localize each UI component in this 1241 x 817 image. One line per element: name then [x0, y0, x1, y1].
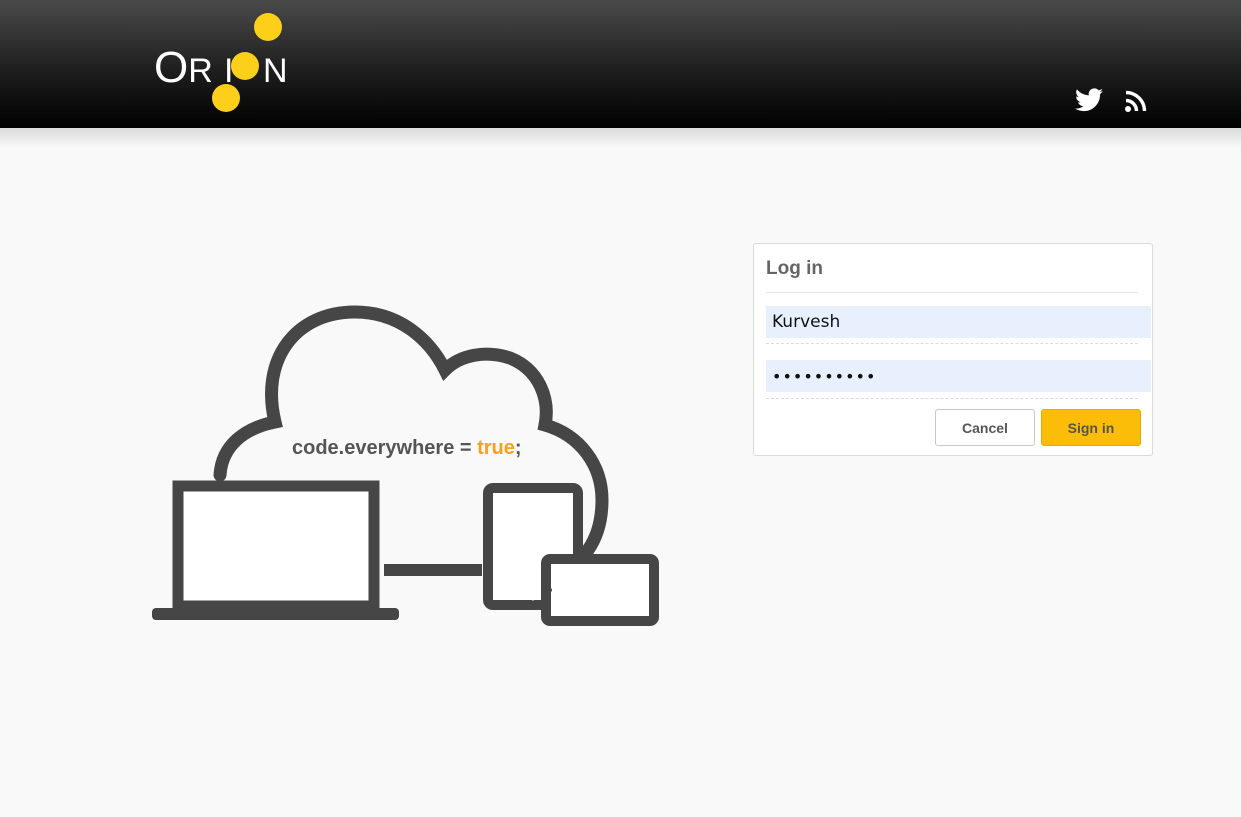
- tagline-prefix: code.everywhere =: [292, 437, 477, 459]
- rss-icon[interactable]: [1124, 89, 1148, 113]
- logo-dot-middle: [231, 52, 259, 80]
- tagline-suffix: ;: [515, 437, 522, 459]
- logo-letters-o-r: OR: [154, 43, 213, 92]
- password-input[interactable]: [766, 360, 1151, 392]
- logo-letter-n: N: [263, 52, 288, 90]
- top-header: OR I N: [0, 0, 1241, 128]
- device-connector: [384, 564, 482, 576]
- phone-device: [541, 554, 659, 626]
- header-shadow: [0, 128, 1241, 148]
- tablet-button: [530, 595, 536, 601]
- phone-button: [548, 588, 552, 592]
- cancel-button[interactable]: Cancel: [935, 409, 1035, 446]
- tagline-text: code.everywhere = true;: [292, 437, 522, 459]
- title-divider: [766, 292, 1138, 293]
- laptop-screen: [172, 480, 380, 612]
- laptop-base: [152, 608, 399, 620]
- login-title: Log in: [766, 258, 823, 279]
- logo-dot-top: [254, 13, 282, 41]
- cloud-devices-illustration: code.everywhere = true;: [152, 305, 659, 626]
- field-divider: [766, 398, 1138, 399]
- logo-letter-i: I: [224, 52, 233, 90]
- login-panel: Log in Cancel Sign in: [753, 243, 1153, 456]
- username-input[interactable]: [766, 306, 1151, 338]
- sign-in-button[interactable]: Sign in: [1041, 409, 1141, 446]
- field-divider: [766, 343, 1138, 344]
- orion-logo[interactable]: OR I N: [150, 8, 300, 118]
- tagline-highlight: true: [477, 437, 515, 459]
- twitter-icon[interactable]: [1075, 88, 1103, 112]
